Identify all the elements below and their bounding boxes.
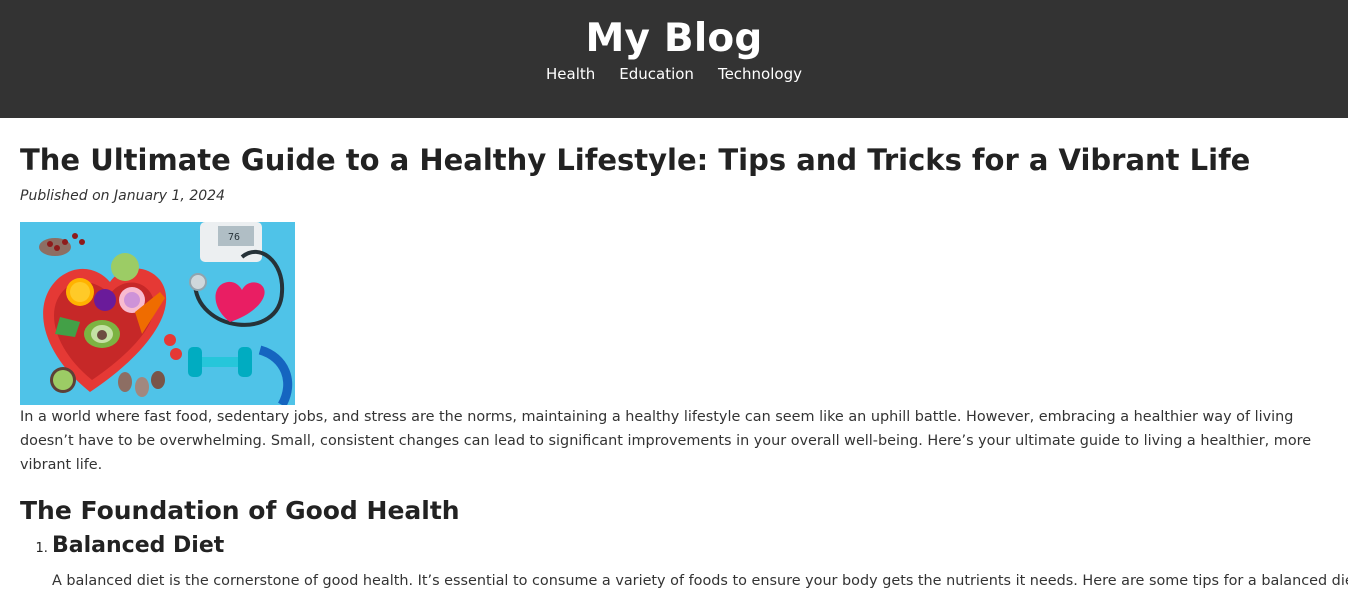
subsection-title: Balanced Diet bbox=[52, 533, 225, 558]
nav-link-technology[interactable]: Technology bbox=[718, 64, 802, 84]
hero-image-illustration: 76 bbox=[20, 222, 295, 405]
article: The Ultimate Guide to a Healthy Lifestyl… bbox=[0, 142, 1348, 589]
section-title: The Foundation of Good Health bbox=[20, 496, 460, 525]
section-list: Balanced Diet A balanced diet is the cor… bbox=[20, 533, 1348, 589]
site-title: My Blog bbox=[585, 16, 763, 61]
article-intro: In a world where fast food, sedentary jo… bbox=[20, 409, 1312, 473]
svg-text:76: 76 bbox=[228, 232, 240, 243]
subsection-text: A balanced diet is the cornerstone of go… bbox=[52, 573, 1348, 589]
nav-link-health[interactable]: Health bbox=[546, 64, 595, 84]
site-header: My Blog Health Education Technology bbox=[0, 0, 1348, 118]
nav-link-education[interactable]: Education bbox=[619, 64, 694, 84]
main-nav: Health Education Technology bbox=[0, 64, 1348, 84]
article-title: The Ultimate Guide to a Healthy Lifestyl… bbox=[20, 143, 1251, 177]
published-date: Published on January 1, 2024 bbox=[20, 188, 225, 204]
hero-image: 76 bbox=[20, 222, 295, 405]
list-item: Balanced Diet A balanced diet is the cor… bbox=[52, 533, 1348, 589]
